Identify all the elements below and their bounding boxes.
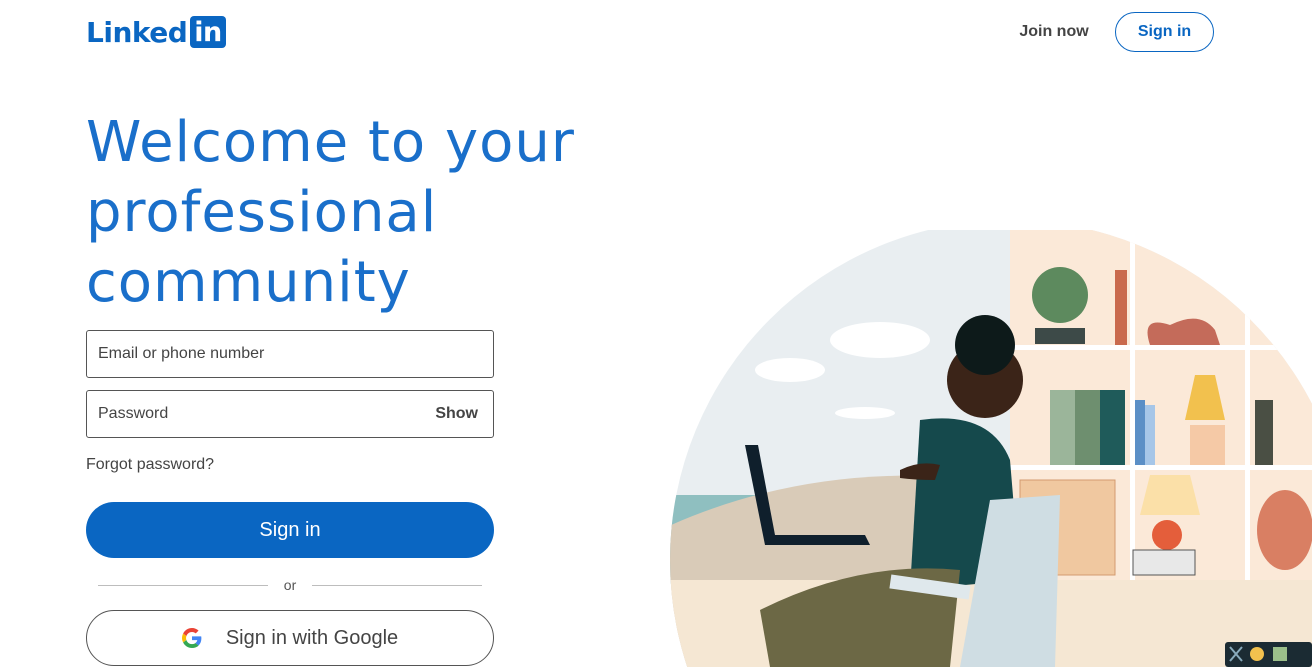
password-field[interactable]: [87, 391, 436, 437]
sign-in-button[interactable]: Sign in: [86, 502, 494, 558]
google-button-label: Sign in with Google: [225, 626, 399, 649]
email-field[interactable]: [87, 331, 493, 377]
show-password-button[interactable]: Show: [435, 405, 478, 423]
logo-in-box: in: [190, 16, 226, 48]
linkedin-logo[interactable]: Linked in: [86, 15, 226, 49]
headline-line-2: professional: [86, 180, 438, 245]
forgot-password-link[interactable]: Forgot password?: [86, 456, 214, 474]
divider-line-right: [312, 584, 483, 586]
or-divider: or: [98, 575, 483, 595]
password-field-wrapper: Show: [86, 390, 494, 438]
media-toolbar: [1225, 642, 1312, 667]
header-sign-in-button[interactable]: Sign in: [1115, 12, 1214, 52]
guitar-shape: [1257, 490, 1312, 570]
hero-illustration: [670, 230, 1312, 667]
divider-line-left: [98, 584, 268, 586]
headline-line-1: Welcome to your: [86, 110, 575, 175]
or-text: or: [283, 577, 297, 593]
globe-icon: [1032, 267, 1088, 323]
headline-line-3: community: [86, 250, 411, 315]
sign-in-with-google-button[interactable]: Sign in with Google: [86, 610, 494, 666]
email-field-wrapper: [86, 330, 494, 378]
logo-text: Linked: [86, 15, 188, 49]
google-g-icon: [181, 628, 202, 648]
page-headline: Welcome to your professional community: [86, 108, 646, 318]
join-now-link[interactable]: Join now: [1006, 12, 1102, 52]
